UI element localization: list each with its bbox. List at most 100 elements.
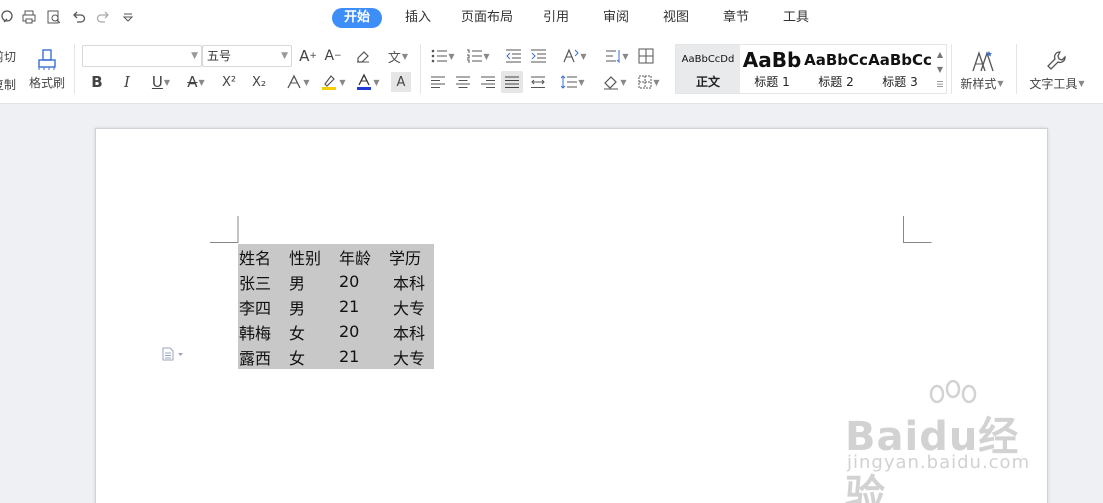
style-heading-1[interactable]: AaBb 标题 1: [740, 45, 804, 93]
bullet-list-icon[interactable]: ▼: [428, 46, 458, 66]
table-cell[interactable]: 大专: [388, 344, 434, 369]
sort-icon[interactable]: ▼: [602, 46, 632, 66]
style-normal[interactable]: AaBbCcDd 正文: [676, 45, 740, 93]
table-cell[interactable]: 李四: [238, 294, 288, 319]
chevron-down-icon: ▼: [281, 51, 288, 61]
table-cell[interactable]: 女: [288, 319, 338, 344]
tab-section[interactable]: 章节: [711, 8, 761, 28]
table-cell[interactable]: 21: [338, 344, 388, 369]
table-cell[interactable]: 20: [338, 269, 388, 294]
tab-home[interactable]: 开始: [332, 8, 383, 28]
table-row: 李四 男 21 大专: [238, 294, 434, 319]
character-shading-icon[interactable]: A: [391, 72, 411, 92]
table-header-cell[interactable]: 年龄: [338, 244, 388, 269]
text-direction-icon[interactable]: ▼: [558, 46, 590, 66]
redo-icon[interactable]: [94, 8, 112, 26]
table-cell[interactable]: 21: [338, 294, 388, 319]
undo-icon[interactable]: [70, 8, 88, 26]
format-painter-button[interactable]: 格式刷: [26, 46, 68, 92]
borders-icon[interactable]: ▼: [634, 72, 664, 92]
superscript-button[interactable]: X²: [218, 72, 240, 92]
text-tools-button[interactable]: 文字工具 ▼: [1022, 46, 1092, 94]
tab-insert[interactable]: 插入: [393, 8, 443, 28]
highlight-color-icon[interactable]: ▼: [318, 72, 348, 92]
table-border-icon[interactable]: [636, 46, 656, 66]
font-color-icon[interactable]: ▼: [353, 72, 383, 92]
cut-button[interactable]: 剪切: [0, 48, 16, 64]
clear-format-icon[interactable]: [352, 46, 374, 66]
styles-more-icon[interactable]: ☰: [934, 77, 946, 91]
styles-scroll-up-icon[interactable]: ▲: [934, 47, 946, 61]
style-heading-2[interactable]: AaBbCc 标题 2: [804, 45, 868, 93]
text-tools-label: 文字工具: [1029, 76, 1078, 91]
table-header-cell[interactable]: 性别: [288, 244, 338, 269]
crop-mark-top-right: [903, 216, 932, 243]
table-cell[interactable]: 20: [338, 319, 388, 344]
justify-icon[interactable]: [501, 71, 523, 93]
table-cell[interactable]: 张三: [238, 269, 288, 294]
subscript-button[interactable]: X₂: [248, 72, 270, 92]
distributed-align-icon[interactable]: [528, 72, 548, 92]
style-preview: AaBb: [742, 48, 802, 72]
text-effect-icon[interactable]: ▼: [283, 72, 313, 92]
format-painter-label: 格式刷: [28, 75, 65, 90]
tab-review[interactable]: 审阅: [591, 8, 641, 28]
new-style-button[interactable]: 新样式 ▼: [954, 46, 1010, 94]
document-handle-icon[interactable]: [162, 347, 184, 365]
cut-label: 剪切: [0, 49, 16, 64]
redo-history-icon[interactable]: [0, 8, 16, 26]
wrench-icon: [1046, 49, 1068, 73]
style-name: 标题 3: [882, 75, 918, 89]
ribbon-separator: [74, 44, 75, 94]
tab-view[interactable]: 视图: [651, 8, 701, 28]
styles-scroll-down-icon[interactable]: ▼: [934, 62, 946, 76]
font-name-select[interactable]: ▼: [82, 45, 202, 67]
align-center-icon[interactable]: [453, 72, 473, 92]
table-cell[interactable]: 露西: [238, 344, 288, 369]
copy-button[interactable]: 复制: [0, 76, 16, 92]
align-right-icon[interactable]: [478, 72, 498, 92]
table-cell[interactable]: 韩梅: [238, 319, 288, 344]
table-cell[interactable]: 本科: [388, 269, 434, 294]
tab-tools[interactable]: 工具: [771, 8, 821, 28]
table-cell[interactable]: 大专: [388, 294, 434, 319]
style-preview: AaBbCcDd: [681, 54, 735, 65]
phonetic-guide-icon[interactable]: 文 ▼: [383, 46, 413, 66]
italic-button[interactable]: I: [117, 72, 137, 92]
table-cell[interactable]: 男: [288, 294, 338, 319]
tab-references[interactable]: 引用: [531, 8, 581, 28]
table-header-cell[interactable]: 学历: [388, 244, 434, 269]
shrink-font-icon[interactable]: A −: [323, 46, 343, 66]
numbered-list-icon[interactable]: ▼: [463, 46, 493, 66]
style-preview: AaBbCc: [868, 51, 932, 69]
ribbon-separator: [1016, 44, 1017, 94]
align-left-icon[interactable]: [428, 72, 448, 92]
line-spacing-icon[interactable]: ▼: [558, 72, 588, 92]
print-preview-icon[interactable]: [45, 8, 63, 26]
style-name: 标题 1: [754, 75, 790, 89]
bold-button[interactable]: B: [87, 72, 107, 92]
strikethrough-label: A: [187, 73, 198, 91]
print-icon[interactable]: [20, 8, 38, 26]
table-header-cell[interactable]: 姓名: [238, 244, 288, 269]
table-cell[interactable]: 男: [288, 269, 338, 294]
table-row: 露西 女 21 大专: [238, 344, 434, 369]
document-table[interactable]: 姓名 性别 年龄 学历 张三 男 20 本科 李四 男 21 大专 韩梅 女 2…: [238, 244, 434, 369]
title-bar: 开始 插入 页面布局 引用 审阅 视图 章节 工具: [0, 0, 1103, 36]
shading-icon[interactable]: ▼: [600, 72, 630, 92]
style-heading-3[interactable]: AaBbCc 标题 3: [868, 45, 932, 93]
table-row: 韩梅 女 20 本科: [238, 319, 434, 344]
customize-quick-access-icon[interactable]: [119, 8, 137, 26]
strikethrough-button[interactable]: A ▼: [181, 72, 211, 92]
new-style-label: 新样式: [960, 76, 997, 91]
decrease-indent-icon[interactable]: [503, 46, 523, 66]
table-cell[interactable]: 本科: [388, 319, 434, 344]
tab-page-layout[interactable]: 页面布局: [449, 8, 525, 28]
font-size-select[interactable]: 五号 ▼: [202, 45, 292, 67]
grow-font-icon[interactable]: A +: [298, 46, 318, 66]
underline-button[interactable]: U ▼: [146, 72, 176, 92]
copy-label: 复制: [0, 77, 16, 92]
baidu-jingyan-watermark: Baidu经验 jingyan.baidu.com: [845, 380, 1055, 503]
table-cell[interactable]: 女: [288, 344, 338, 369]
increase-indent-icon[interactable]: [528, 46, 548, 66]
